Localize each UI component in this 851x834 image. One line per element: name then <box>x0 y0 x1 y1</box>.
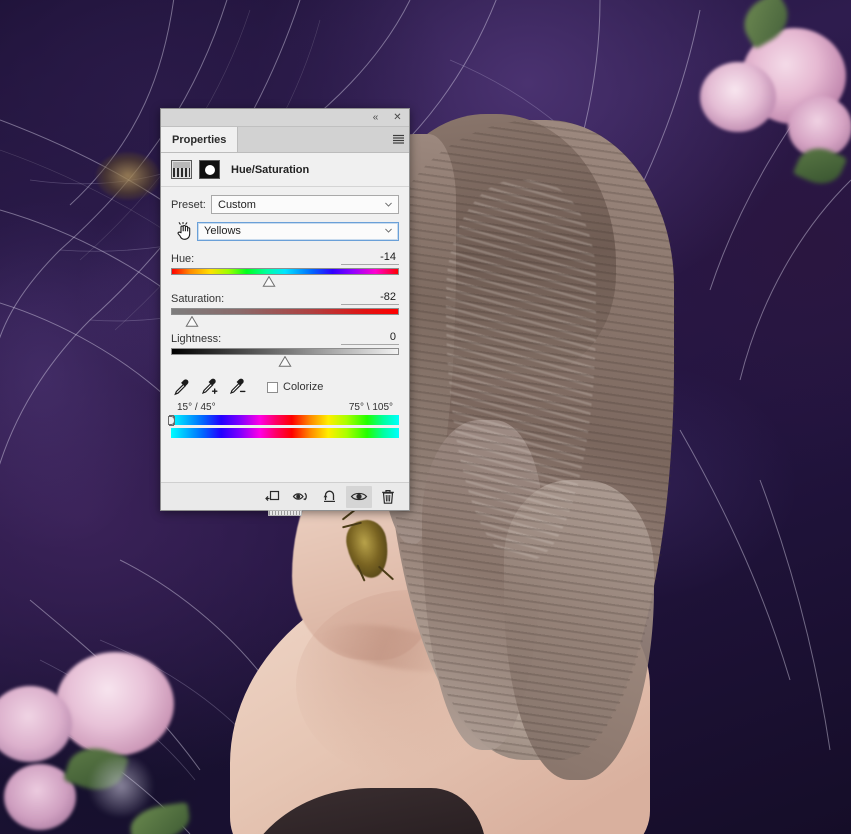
eyedropper-plus-icon[interactable] <box>201 378 219 396</box>
slider-lightness-thumb[interactable] <box>278 356 292 367</box>
eyedropper-icon[interactable] <box>173 378 191 396</box>
panel-resize-grip[interactable] <box>268 510 302 516</box>
rose-bottom-left-1 <box>56 652 174 756</box>
close-icon[interactable]: ✕ <box>391 111 404 124</box>
preset-select[interactable]: Custom <box>211 195 399 214</box>
trash-button[interactable] <box>375 486 401 508</box>
chevron-down-icon <box>385 228 392 233</box>
chevron-down-icon <box>385 202 392 207</box>
collapse-icon[interactable]: « <box>369 111 382 124</box>
tab-bar-filler <box>238 127 387 152</box>
slider-saturation-track-wrap[interactable] <box>171 308 399 328</box>
adjustment-layer-thumbnail[interactable] <box>171 160 192 179</box>
spectrum-bar-source <box>171 415 399 425</box>
range-left-label: 15° / 45° <box>177 402 216 413</box>
slider-saturation-track[interactable] <box>171 308 399 315</box>
slider-lightness-value[interactable]: 0 <box>341 331 399 345</box>
slider-hue: Hue: -14 <box>171 251 399 288</box>
range-label-row: 15° / 45° 75° \ 105° <box>171 402 399 413</box>
layer-mask-thumbnail[interactable] <box>199 160 220 179</box>
preset-value: Custom <box>218 198 256 211</box>
slider-hue-value[interactable]: -14 <box>341 251 399 265</box>
eyedropper-row: Colorize <box>171 378 399 396</box>
panel-footer <box>161 482 409 510</box>
adjustment-title: Hue/Saturation <box>231 163 310 176</box>
slider-hue-value-wrap: -14 <box>341 251 399 265</box>
slider-hue-track[interactable] <box>171 268 399 275</box>
mask-dot <box>204 164 215 175</box>
channel-select[interactable]: Yellows <box>197 221 399 241</box>
web-cluster-bottom-left <box>86 756 156 816</box>
eyedropper-minus-icon[interactable] <box>229 378 247 396</box>
properties-panel[interactable]: « ✕ Properties Hue/Saturation Preset: Cu… <box>160 108 410 516</box>
toggle-visibility-button[interactable] <box>346 485 372 508</box>
range-handle-outer-right[interactable] <box>168 416 175 425</box>
on-image-adjustment-hand-icon[interactable] <box>171 221 197 241</box>
colorize-checkbox[interactable] <box>267 381 278 393</box>
view-previous-button[interactable] <box>288 486 314 508</box>
slider-lightness-value-wrap: 0 <box>341 331 399 345</box>
slider-hue-track-wrap[interactable] <box>171 268 399 288</box>
slider-saturation-head: Saturation: -82 <box>171 291 399 305</box>
panel-titlebar: « ✕ <box>161 109 409 127</box>
range-right-label: 75° \ 105° <box>348 402 393 413</box>
hamburger-menu-icon[interactable] <box>387 127 409 152</box>
colorize-checkbox-group[interactable]: Colorize <box>267 381 323 393</box>
panel-body: Preset: Custom Yellows Hue: -14 Saturati… <box>161 187 409 439</box>
slider-lightness-label: Lightness: <box>171 333 222 345</box>
slider-hue-thumb[interactable] <box>262 276 276 287</box>
slider-saturation-value-wrap: -82 <box>341 291 399 305</box>
slider-lightness: Lightness: 0 <box>171 331 399 368</box>
slider-hue-label: Hue: <box>171 253 195 265</box>
rose-top-right-2 <box>700 62 776 132</box>
tab-properties-label: Properties <box>172 133 227 146</box>
color-range-bars[interactable] <box>168 415 399 439</box>
channel-row: Yellows <box>171 221 399 241</box>
slider-hue-head: Hue: -14 <box>171 251 399 265</box>
slider-lightness-head: Lightness: 0 <box>171 331 399 345</box>
slider-saturation-value[interactable]: -82 <box>341 291 399 305</box>
clip-to-layer-button[interactable] <box>259 486 285 508</box>
slider-lightness-track[interactable] <box>171 348 399 355</box>
reset-button[interactable] <box>317 486 343 508</box>
slider-saturation-thumb[interactable] <box>185 316 199 327</box>
panel-tab-bar: Properties <box>161 127 409 153</box>
slider-saturation-label: Saturation: <box>171 293 225 305</box>
preset-label: Preset: <box>171 198 206 211</box>
preset-row: Preset: Custom <box>171 195 399 214</box>
colorize-label: Colorize <box>283 381 324 393</box>
canvas-artwork <box>0 0 851 834</box>
slider-saturation: Saturation: -82 <box>171 291 399 328</box>
spectrum-bar-result <box>171 428 399 438</box>
channel-value: Yellows <box>204 225 241 237</box>
slider-lightness-track-wrap[interactable] <box>171 348 399 368</box>
adjustment-header: Hue/Saturation <box>161 153 409 187</box>
tab-properties[interactable]: Properties <box>161 127 239 152</box>
spider-decoration <box>96 152 160 200</box>
